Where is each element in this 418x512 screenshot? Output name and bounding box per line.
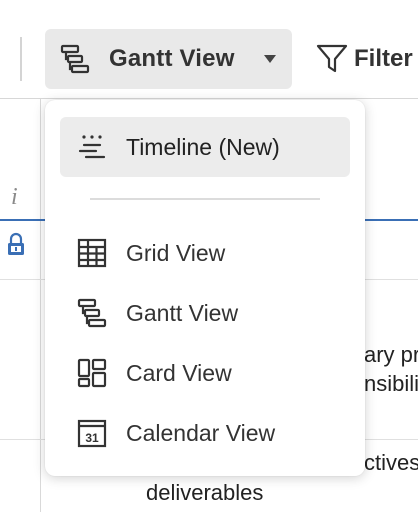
timeline-icon xyxy=(78,135,106,159)
view-menu: Timeline (New) Grid View Gantt View Card… xyxy=(45,100,365,476)
menu-item-label: Calendar View xyxy=(126,419,276,446)
caret-down-icon xyxy=(264,55,276,63)
column-info-icon[interactable]: i xyxy=(11,184,18,211)
calendar-icon: 31 xyxy=(77,419,107,448)
view-switcher-button[interactable]: Gantt View xyxy=(45,29,292,89)
grid-icon xyxy=(77,238,107,268)
card-icon xyxy=(77,358,107,388)
view-switcher-label: Gantt View xyxy=(109,45,235,72)
menu-item-timeline[interactable]: Timeline (New) xyxy=(60,117,350,177)
toolbar-divider xyxy=(20,37,22,81)
menu-item-label: Grid View xyxy=(126,239,226,266)
menu-item-calendar-view[interactable]: 31 Calendar View xyxy=(60,403,350,463)
menu-separator xyxy=(90,198,320,200)
filter-button[interactable]: Filter xyxy=(316,40,413,78)
menu-item-label: Gantt View xyxy=(126,299,239,326)
menu-item-label: Timeline (New) xyxy=(126,133,280,160)
filter-label: Filter xyxy=(354,45,413,72)
column-divider xyxy=(40,99,41,512)
cell-text: ary pr xyxy=(364,342,418,367)
toolbar: Gantt View Filter xyxy=(0,0,418,99)
menu-item-grid-view[interactable]: Grid View xyxy=(60,223,350,283)
menu-item-gantt-view[interactable]: Gantt View xyxy=(60,283,350,343)
svg-text:31: 31 xyxy=(85,431,99,445)
menu-item-card-view[interactable]: Card View xyxy=(60,343,350,403)
gantt-icon xyxy=(60,44,90,74)
funnel-icon xyxy=(316,44,348,73)
cell-text: ctives xyxy=(364,450,418,475)
lock-icon xyxy=(8,232,24,255)
gantt-icon xyxy=(77,298,107,328)
cell-text: deliverables xyxy=(146,480,264,505)
cell-text: nsibili xyxy=(364,371,418,396)
menu-item-label: Card View xyxy=(126,359,232,386)
